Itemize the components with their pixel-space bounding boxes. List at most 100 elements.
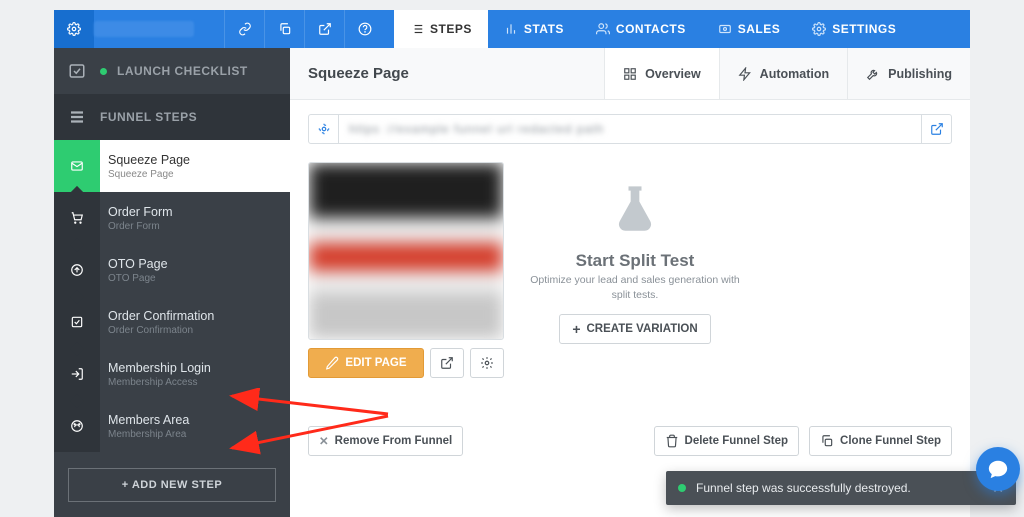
step-title: Members Area	[108, 413, 282, 427]
subtab-label: Automation	[760, 67, 829, 81]
tab-steps[interactable]: STEPS	[394, 10, 488, 48]
subtab-publishing[interactable]: Publishing	[847, 48, 970, 99]
edit-page-button[interactable]: EDIT PAGE	[308, 348, 424, 378]
btn-label: Clone Funnel Step	[840, 435, 941, 447]
open-page-button[interactable]	[430, 348, 464, 378]
main-area: Squeeze Page Overview Automation Publish…	[290, 48, 970, 517]
section-label: FUNNEL STEPS	[100, 110, 197, 124]
subtab-overview[interactable]: Overview	[604, 48, 719, 99]
topbar: STEPS STATS CONTACTS SALES SETTINGS	[54, 10, 970, 48]
create-variation-button[interactable]: + CREATE VARIATION	[559, 314, 710, 344]
toast-message: Funnel step was successfully destroyed.	[696, 481, 911, 495]
sidebar: LAUNCH CHECKLIST FUNNEL STEPS Squeeze Pa…	[54, 48, 290, 517]
tab-contacts[interactable]: CONTACTS	[580, 10, 702, 48]
chat-bubble[interactable]	[976, 447, 1020, 491]
subtab-automation[interactable]: Automation	[719, 48, 847, 99]
tab-label: SETTINGS	[832, 22, 896, 36]
flask-icon	[530, 182, 740, 247]
external-icon	[440, 356, 454, 370]
external-icon[interactable]	[304, 10, 344, 48]
step-subtitle: Order Form	[108, 221, 282, 232]
gear-icon	[67, 22, 81, 36]
add-new-step-button[interactable]: + ADD NEW STEP	[68, 468, 276, 502]
step-title: Membership Login	[108, 361, 282, 375]
cart-icon	[70, 211, 84, 225]
pencil-icon	[325, 356, 339, 370]
tab-sales[interactable]: SALES	[702, 10, 797, 48]
tab-stats[interactable]: STATS	[488, 10, 580, 48]
check-square-icon	[70, 315, 84, 329]
tab-label: SALES	[738, 22, 781, 36]
step-subtitle: Membership Area	[108, 429, 282, 440]
split-test-panel: Start Split Test Optimize your lead and …	[530, 162, 740, 378]
toast: Funnel step was successfully destroyed. …	[666, 471, 1016, 505]
delete-funnel-step-button[interactable]: Delete Funnel Step	[654, 426, 800, 456]
gear-icon	[812, 22, 826, 36]
footer-row: ✕ Remove From Funnel Delete Funnel Step …	[308, 426, 952, 456]
help-icon[interactable]	[344, 10, 384, 48]
trash-icon	[665, 434, 679, 448]
step-membership-login[interactable]: Membership Login Membership Access	[54, 348, 290, 400]
toast-status-dot	[678, 484, 686, 492]
step-subtitle: Squeeze Page	[108, 169, 282, 180]
page-thumbnail[interactable]	[308, 162, 504, 340]
topbar-mini-icons	[224, 10, 384, 48]
brand-gear[interactable]	[54, 10, 94, 48]
btn-label: Remove From Funnel	[335, 435, 453, 447]
url-open[interactable]	[921, 115, 951, 143]
tab-label: STEPS	[430, 22, 472, 36]
subtab-label: Overview	[645, 67, 701, 81]
external-icon	[930, 122, 944, 136]
funnel-steps[interactable]: FUNNEL STEPS	[54, 94, 290, 140]
url-bar: https ://example funnel url redacted pat…	[308, 114, 952, 144]
content-row: EDIT PAGE Start Split Test Optimize your…	[308, 162, 952, 378]
tab-label: STATS	[524, 22, 564, 36]
grid-icon	[623, 67, 637, 81]
copy-icon[interactable]	[264, 10, 304, 48]
menu-icon	[68, 108, 86, 126]
list-icon	[410, 22, 424, 36]
url-settings[interactable]	[309, 115, 339, 143]
btn-label: CREATE VARIATION	[587, 323, 698, 335]
page-settings-button[interactable]	[470, 348, 504, 378]
step-subtitle: Order Confirmation	[108, 325, 282, 336]
dashboard-icon	[70, 419, 84, 433]
bar-chart-icon	[504, 22, 518, 36]
section-label: LAUNCH CHECKLIST	[117, 64, 248, 78]
step-title: Order Form	[108, 205, 282, 219]
login-icon	[70, 367, 84, 381]
step-squeeze-page[interactable]: Squeeze PageSqueeze Page	[54, 140, 290, 192]
url-text-blurred: https ://example funnel url redacted pat…	[339, 115, 921, 143]
envelope-icon	[70, 159, 84, 173]
step-title: OTO Page	[108, 257, 282, 271]
split-test-title: Start Split Test	[530, 251, 740, 271]
page-title: Squeeze Page	[290, 48, 604, 99]
step-subtitle: OTO Page	[108, 273, 282, 284]
gear-icon	[480, 356, 494, 370]
step-title: Order Confirmation	[108, 309, 282, 323]
link-icon[interactable]	[224, 10, 264, 48]
status-dot	[100, 68, 107, 75]
dollar-icon	[718, 22, 732, 36]
gear-icon	[317, 122, 331, 136]
step-oto-page[interactable]: OTO Page OTO Page	[54, 244, 290, 296]
btn-label: Delete Funnel Step	[685, 435, 789, 447]
tab-settings[interactable]: SETTINGS	[796, 10, 912, 48]
step-order-confirmation[interactable]: Order Confirmation Order Confirmation	[54, 296, 290, 348]
step-subtitle: Membership Access	[108, 377, 282, 388]
step-members-area[interactable]: Members Area Membership Area	[54, 400, 290, 452]
page-card: EDIT PAGE	[308, 162, 504, 378]
remove-from-funnel-button[interactable]: ✕ Remove From Funnel	[308, 426, 463, 456]
copy-icon	[820, 434, 834, 448]
checklist-icon	[68, 62, 86, 80]
steps-list: Squeeze PageSqueeze Page Order FormOrder…	[54, 140, 290, 452]
split-test-subtitle: Optimize your lead and sales generation …	[530, 273, 740, 302]
launch-checklist[interactable]: LAUNCH CHECKLIST	[54, 48, 290, 94]
arrow-up-icon	[70, 263, 84, 277]
wrench-icon	[866, 67, 880, 81]
tab-label: CONTACTS	[616, 22, 686, 36]
bolt-icon	[738, 67, 752, 81]
step-order-form[interactable]: Order Form Order Form	[54, 192, 290, 244]
subtab-label: Publishing	[888, 67, 952, 81]
clone-funnel-step-button[interactable]: Clone Funnel Step	[809, 426, 952, 456]
